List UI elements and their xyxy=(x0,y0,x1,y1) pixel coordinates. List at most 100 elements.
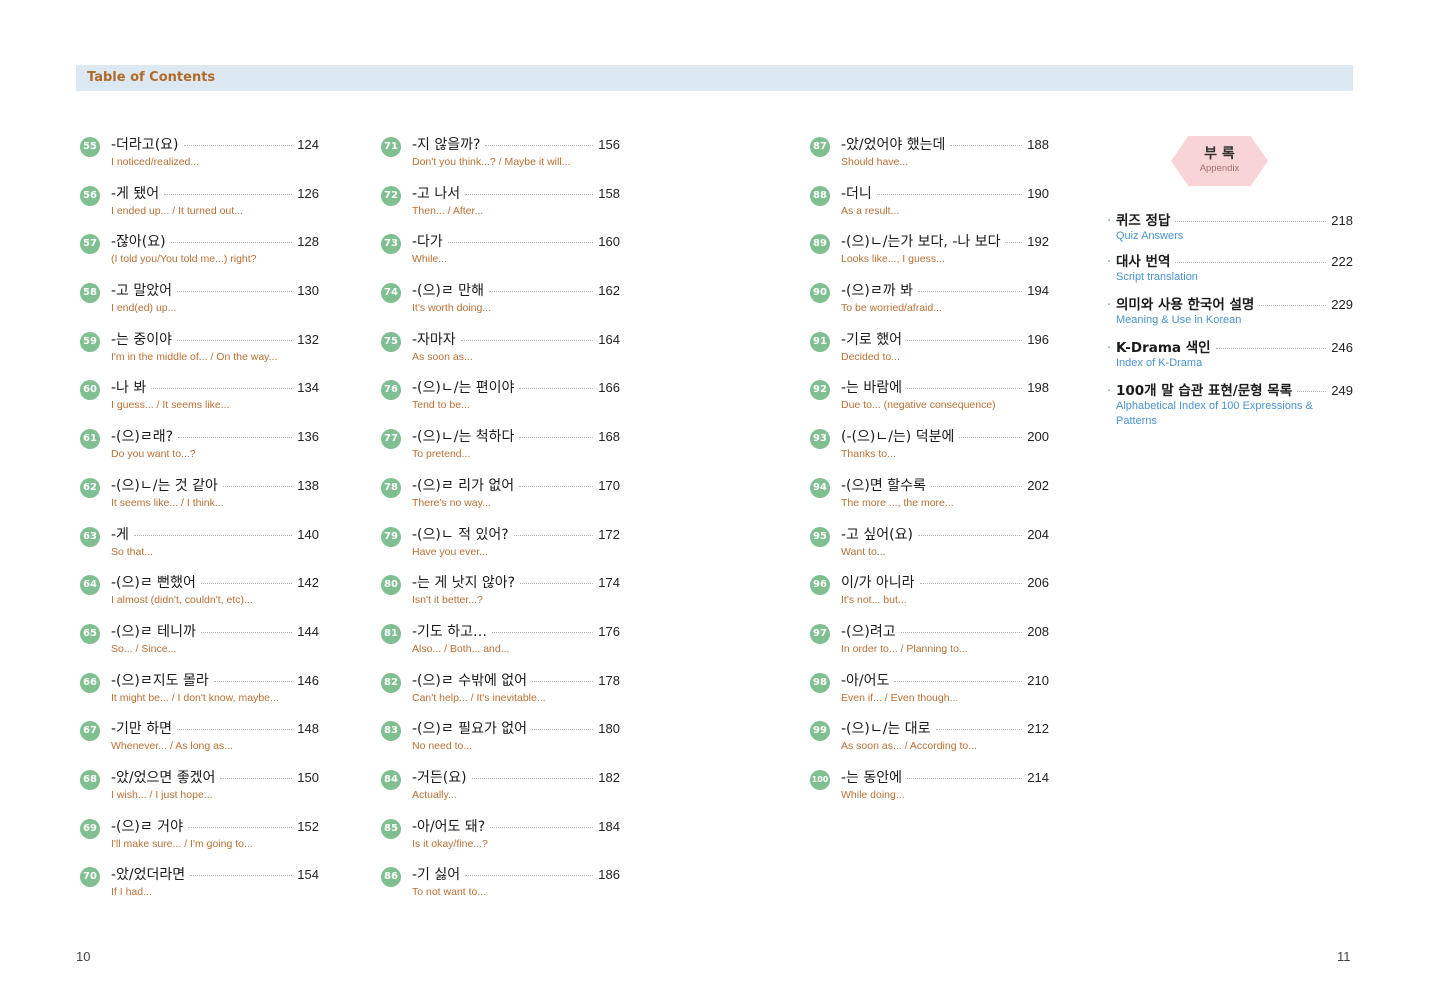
toc-entry[interactable]: 74 -(으)ㄹ 만해 162 It's worth doing... xyxy=(381,278,621,327)
appendix-item-korean-title: 의미와 사용 한국어 설명 xyxy=(1116,297,1255,313)
toc-entry[interactable]: 98 -아/어도 210 Even if... / Even though... xyxy=(810,668,1050,717)
toc-entry[interactable]: 77 -(으)ㄴ/는 척하다 168 To pretend... xyxy=(381,424,621,473)
entry-english-subtitle: Whenever... / As long as... xyxy=(111,740,233,753)
entry-korean-title: -고 말았어 xyxy=(111,283,173,300)
entry-english-subtitle: As soon as... / According to... xyxy=(841,740,977,753)
toc-entry[interactable]: 56 -게 됐어 126 I ended up... / It turned out.… xyxy=(80,181,320,230)
entry-title-row: -기만 하면 148 xyxy=(111,718,319,738)
toc-entry[interactable]: 92 -는 바람에 198 Due to... (negative consequen… xyxy=(810,375,1050,424)
toc-entry[interactable]: 93 (-(으)ㄴ/는) 덕분에 200 Thanks to... xyxy=(810,424,1050,473)
entry-page-number: 166 xyxy=(598,380,620,396)
dot-leader xyxy=(1215,347,1327,349)
entry-title-row: -았/었으면 좋겠어 150 xyxy=(111,767,319,787)
entry-number-badge: 69 xyxy=(80,818,100,839)
entry-korean-title: -(으)ㄹ지도 몰라 xyxy=(111,672,209,689)
toc-entry[interactable]: 57 -잖아(요) 128 (I told you/You told me...) r… xyxy=(80,229,320,278)
toc-entry[interactable]: 73 -다가 160 While... xyxy=(381,229,621,278)
toc-entry[interactable]: 63 -게 140 So that... xyxy=(80,522,320,571)
toc-entry[interactable]: 90 -(으)ㄹ까 봐 194 To be worried/afraid... xyxy=(810,278,1050,327)
toc-entry[interactable]: 85 -아/어도 돼? 184 Is it okay/fine...? xyxy=(381,814,621,863)
toc-entry[interactable]: 97 -(으)려고 208 In order to... / Planning to.… xyxy=(810,619,1050,668)
entry-english-subtitle: While... xyxy=(412,253,448,266)
toc-entry[interactable]: 55 -더라고(요) 124 I noticed/realized... xyxy=(80,132,320,181)
toc-entry[interactable]: 66 -(으)ㄹ지도 몰라 146 It might be... / I don't … xyxy=(80,668,320,717)
entry-page-number: 186 xyxy=(598,867,620,883)
entry-title-row: -고 말았어 130 xyxy=(111,280,319,300)
toc-entry[interactable]: 81 -기도 하고… 176 Also... / Both... and... xyxy=(381,619,621,668)
dot-leader xyxy=(177,728,293,731)
entry-number-badge: 68 xyxy=(80,769,100,790)
dot-leader xyxy=(1005,241,1023,244)
toc-entry[interactable]: 70 -았/었더라면 154 If I had... xyxy=(80,862,320,911)
appendix-item-korean-title: K-Drama 색인 xyxy=(1116,340,1211,356)
toc-entry[interactable]: 83 -(으)ㄹ 필요가 없어 180 No need to... xyxy=(381,716,621,765)
entry-english-subtitle: To pretend... xyxy=(412,448,471,461)
toc-entry[interactable]: 76 -(으)ㄴ/는 편이야 166 Tend to be... xyxy=(381,375,621,424)
entry-page-number: 172 xyxy=(598,526,620,542)
toc-entry[interactable]: 79 -(으)ㄴ 적 있어? 172 Have you ever... xyxy=(381,522,621,571)
appendix-badge: 부 록 Appendix xyxy=(1171,136,1268,186)
entry-page-number: 184 xyxy=(598,818,620,834)
entry-title-row: -나 봐 134 xyxy=(111,377,319,397)
dot-leader xyxy=(519,485,594,487)
toc-entry[interactable]: 94 -(으)면 할수록 202 The more ..., the more... xyxy=(810,473,1050,522)
page-number-right: 11 xyxy=(1337,949,1351,964)
toc-entry[interactable]: 88 -더니 190 As a result... xyxy=(810,181,1050,230)
toc-entry[interactable]: 78 -(으)ㄹ 리가 없어 170 There's no way... xyxy=(381,473,621,522)
toc-entry[interactable]: 68 -았/었으면 좋겠어 150 I wish... / I just hope..… xyxy=(80,765,320,814)
toc-entry[interactable]: 71 -지 않을까? 156 Don't you think...? / Maybe … xyxy=(381,132,621,181)
toc-entry[interactable]: 82 -(으)ㄹ 수밖에 없어 178 Can't help... / It's in… xyxy=(381,668,621,717)
page-title: Table of Contents xyxy=(87,70,216,85)
toc-entry[interactable]: 67 -기만 하면 148 Whenever... / As long as... xyxy=(80,716,320,765)
toc-entry[interactable]: 64 -(으)ㄹ 뻔했어 142 I almost (didn't, couldn't… xyxy=(80,570,320,619)
toc-entry[interactable]: 62 -(으)ㄴ/는 것 같아 138 It seems like... / I th… xyxy=(80,473,320,522)
appendix-item[interactable]: · 퀴즈 정답 218 Quiz Answers xyxy=(1107,209,1353,244)
toc-entry[interactable]: 91 -기로 했어 196 Decided to... xyxy=(810,327,1050,376)
toc-entry[interactable]: 75 -자마자 164 As soon as... xyxy=(381,327,621,376)
appendix-item-row: · 의미와 사용 한국어 설명 229 xyxy=(1107,293,1353,313)
appendix-item-page-number: 222 xyxy=(1331,254,1353,269)
toc-entry[interactable]: 58 -고 말았어 130 I end(ed) up... xyxy=(80,278,320,327)
toc-entry[interactable]: 86 -기 싫어 186 To not want to... xyxy=(381,862,621,911)
appendix-item[interactable]: · 의미와 사용 한국어 설명 229 Meaning & Use in Korean xyxy=(1107,293,1353,328)
entry-page-number: 162 xyxy=(598,283,620,299)
dot-leader xyxy=(471,777,594,779)
bullet-icon: · xyxy=(1107,255,1112,270)
toc-entry[interactable]: 84 -거든(요) 182 Actually... xyxy=(381,765,621,814)
toc-entry[interactable]: 65 -(으)ㄹ 테니까 144 So... / Since... xyxy=(80,619,320,668)
toc-entry[interactable]: 60 -나 봐 134 I guess... / It seems like... xyxy=(80,375,320,424)
entry-english-subtitle: I'm in the middle of... / On the way... xyxy=(111,350,278,363)
appendix-item[interactable]: · 대사 번역 222 Script translation xyxy=(1107,250,1353,285)
entry-page-number: 130 xyxy=(297,283,319,299)
entry-english-subtitle: Have you ever... xyxy=(412,545,488,558)
toc-entry[interactable]: 69 -(으)ㄹ 거야 152 I'll make sure... / I'm goi… xyxy=(80,814,320,863)
appendix-item[interactable]: · 100개 말 습관 표현/문형 목록 249 Alphabetical Index… xyxy=(1107,379,1353,429)
toc-entry[interactable]: 61 -(으)ㄹ래? 136 Do you want to...? xyxy=(80,424,320,473)
toc-entry[interactable]: 95 -고 싶어(요) 204 Want to... xyxy=(810,522,1050,571)
toc-entry[interactable]: 96 이/가 아니라 206 It's not... but... xyxy=(810,570,1050,619)
entry-page-number: 146 xyxy=(297,672,319,688)
dot-leader xyxy=(133,534,293,536)
entry-number-badge: 70 xyxy=(80,867,100,888)
entry-number-badge: 77 xyxy=(381,429,401,450)
toc-entry[interactable]: 89 -(으)ㄴ/는가 보다, -나 보다 192 Looks like..., I … xyxy=(810,229,1050,278)
toc-entry[interactable]: 100 -는 동안에 214 While doing... xyxy=(810,765,1050,814)
entry-title-row: -(으)ㄴ/는 대로 212 xyxy=(841,718,1049,738)
entry-korean-title: -거든(요) xyxy=(412,769,467,786)
bullet-icon: · xyxy=(1107,341,1112,356)
entry-number-badge: 55 xyxy=(80,137,100,157)
entry-title-row: -자마자 164 xyxy=(412,329,620,349)
dot-leader xyxy=(187,826,293,828)
entry-page-number: 196 xyxy=(1027,331,1049,347)
toc-entry[interactable]: 87 -았/었어야 했는데 188 Should have... xyxy=(810,132,1050,181)
entry-number-badge: 99 xyxy=(810,721,830,742)
entry-number-badge: 88 xyxy=(810,185,830,206)
toc-entry[interactable]: 80 -는 게 낫지 않아? 174 Isn't it better...? xyxy=(381,570,621,619)
appendix-item[interactable]: · K-Drama 색인 246 Index of K-Drama xyxy=(1107,336,1353,371)
toc-entry[interactable]: 99 -(으)ㄴ/는 대로 212 As soon as... / According… xyxy=(810,716,1050,765)
entry-page-number: 148 xyxy=(297,721,319,737)
toc-entry[interactable]: 72 -고 나서 158 Then... / After... xyxy=(381,181,621,230)
toc-entry[interactable]: 59 -는 중이야 132 I'm in the middle of... / On … xyxy=(80,327,320,376)
entry-title-row: -(으)려고 208 xyxy=(841,621,1049,641)
entry-page-number: 178 xyxy=(598,672,620,688)
